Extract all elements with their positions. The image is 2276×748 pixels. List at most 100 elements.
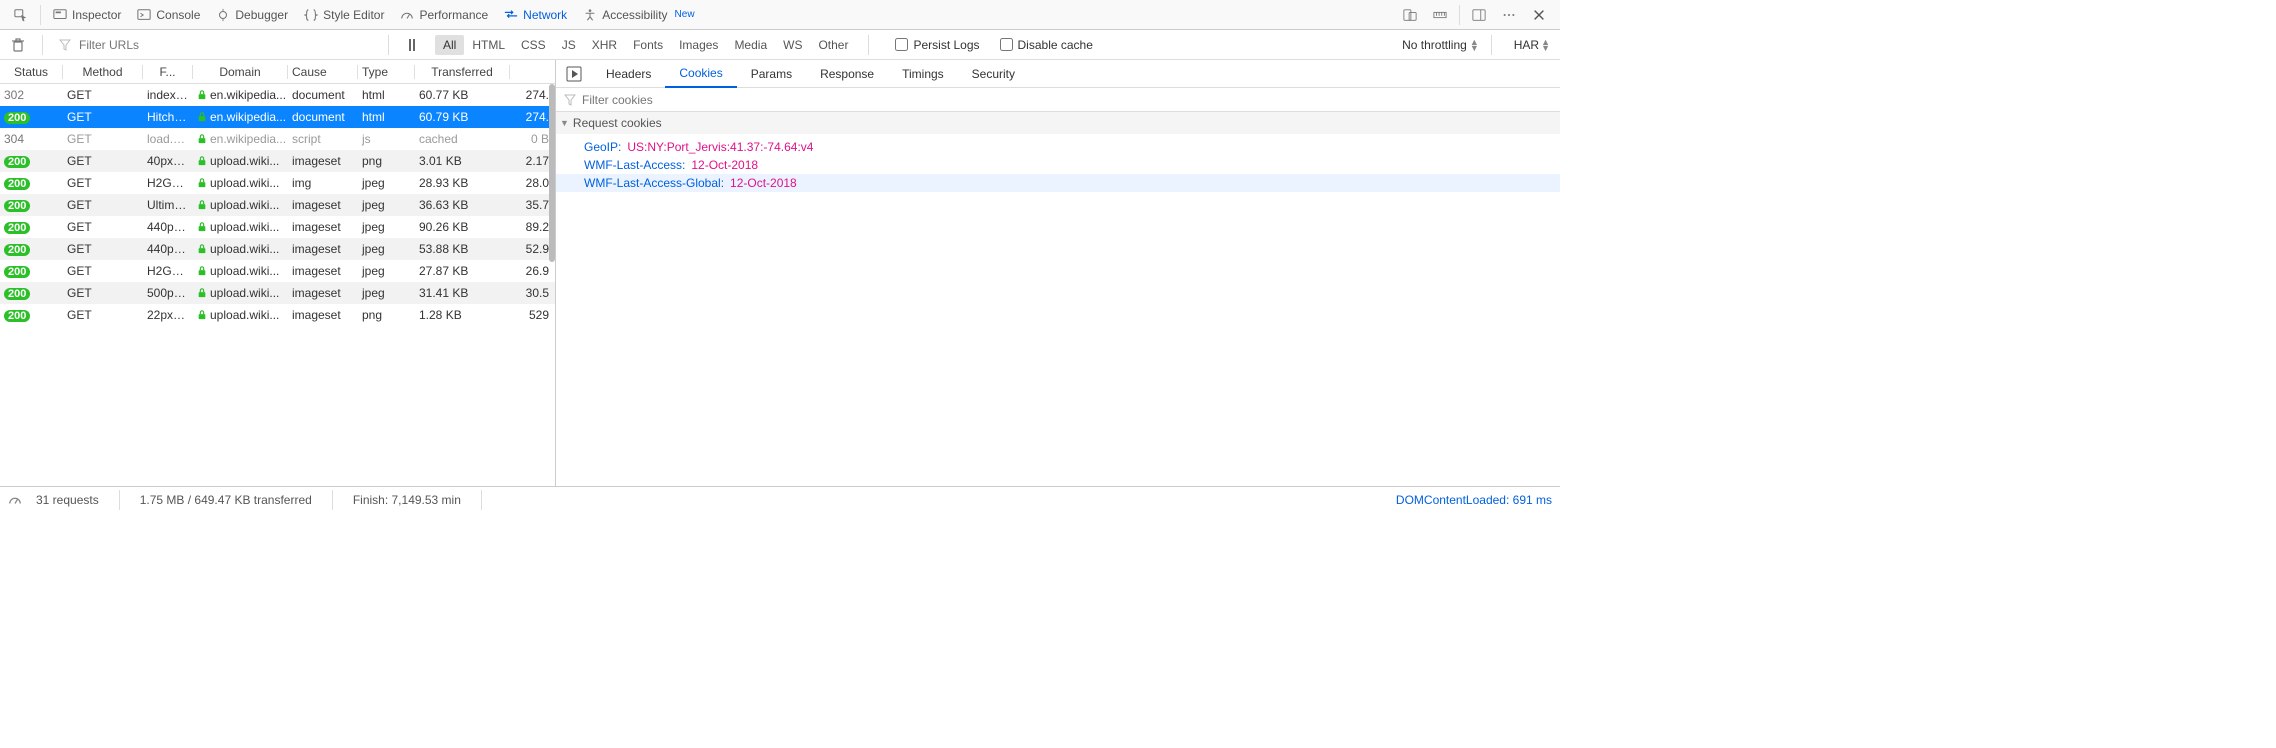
tab-network[interactable]: Network	[496, 1, 575, 29]
table-row[interactable]: 200GETH2G2_...upload.wiki...imgjpeg28.93…	[0, 172, 555, 194]
pause-button[interactable]	[401, 39, 423, 51]
trash-icon	[10, 37, 26, 53]
tab-inspector[interactable]: Inspector	[45, 1, 129, 29]
disable-cache-input[interactable]	[1000, 38, 1013, 51]
type-media[interactable]: Media	[726, 35, 775, 55]
type-fonts[interactable]: Fonts	[625, 35, 671, 55]
persist-logs-checkbox[interactable]: Persist Logs	[895, 38, 979, 52]
request-detail-pane: Headers Cookies Params Response Timings …	[556, 60, 1560, 486]
devtools-toolbar: Inspector Console Debugger Style Editor …	[0, 0, 1560, 30]
cookie-value: US:NY:Port_Jervis:41.37:-74.64:v4	[627, 140, 813, 154]
tab-style-editor[interactable]: Style Editor	[296, 1, 392, 29]
lock-icon	[197, 222, 207, 232]
detail-tab-response[interactable]: Response	[806, 60, 888, 88]
type-html[interactable]: HTML	[464, 35, 513, 55]
cookie-name: WMF-Last-Access-Global:	[584, 176, 724, 190]
type-xhr[interactable]: XHR	[584, 35, 625, 55]
performance-gauge-icon[interactable]	[8, 493, 22, 507]
responsive-mode-button[interactable]	[1395, 1, 1425, 29]
table-row[interactable]: 200GETUltimat...upload.wiki...imagesetjp…	[0, 194, 555, 216]
col-domain[interactable]: Domain	[193, 65, 288, 79]
funnel-icon	[564, 94, 576, 106]
more-button[interactable]	[1494, 1, 1524, 29]
detail-tab-cookies[interactable]: Cookies	[665, 60, 736, 88]
separator	[868, 35, 869, 55]
table-row[interactable]: 200GET40px-S...upload.wiki...imagesetpng…	[0, 150, 555, 172]
table-header: Status Method F... Domain Cause Type Tra…	[0, 60, 555, 84]
more-icon	[1502, 8, 1516, 22]
table-row[interactable]: 200GETHitchhi...en.wikipedia...documenth…	[0, 106, 555, 128]
toggle-raw-button[interactable]	[566, 66, 582, 82]
type-ws[interactable]: WS	[775, 35, 810, 55]
type-css[interactable]: CSS	[513, 35, 554, 55]
disable-cache-label: Disable cache	[1018, 38, 1093, 52]
rulers-button[interactable]	[1425, 1, 1455, 29]
stepper-icon: ▲▼	[1470, 39, 1479, 51]
inspector-icon	[53, 8, 67, 22]
tab-performance[interactable]: Performance	[392, 1, 496, 29]
col-cause[interactable]: Cause	[288, 65, 358, 79]
type-images[interactable]: Images	[671, 35, 726, 55]
disclosure-triangle-icon: ▼	[560, 118, 569, 128]
type-other[interactable]: Other	[810, 35, 856, 55]
table-row[interactable]: 200GET22px-L...upload.wiki...imagesetpng…	[0, 304, 555, 326]
table-row[interactable]: 200GET440px-...upload.wiki...imagesetjpe…	[0, 238, 555, 260]
tab-debugger[interactable]: Debugger	[208, 1, 296, 29]
disable-cache-checkbox[interactable]: Disable cache	[1000, 38, 1093, 52]
col-transferred[interactable]: Transferred	[415, 65, 510, 79]
responsive-icon	[1403, 8, 1417, 22]
network-filter-bar: All HTML CSS JS XHR Fonts Images Media W…	[0, 30, 1560, 60]
col-type[interactable]: Type	[358, 65, 415, 79]
request-cookies-section[interactable]: ▼ Request cookies	[556, 112, 1560, 134]
tab-accessibility[interactable]: Accessibility New	[575, 1, 702, 29]
throttling-select[interactable]: No throttling ▲▼	[1402, 38, 1479, 52]
rulers-icon	[1433, 8, 1447, 22]
col-method[interactable]: Method	[63, 65, 143, 79]
dock-button[interactable]	[1464, 1, 1494, 29]
table-row[interactable]: 200GET500px-...upload.wiki...imagesetjpe…	[0, 282, 555, 304]
detail-tab-headers[interactable]: Headers	[592, 60, 665, 88]
lock-icon	[197, 310, 207, 320]
separator	[332, 490, 333, 510]
lock-icon	[197, 244, 207, 254]
cookie-name: WMF-Last-Access:	[584, 158, 685, 172]
har-label: HAR	[1514, 38, 1539, 52]
debugger-icon	[216, 8, 230, 22]
type-all[interactable]: All	[435, 35, 464, 55]
close-button[interactable]	[1524, 1, 1554, 29]
tab-label: Network	[523, 8, 567, 22]
cookie-filter-input[interactable]	[582, 93, 1552, 107]
table-row[interactable]: 302GETindex.p...en.wikipedia...documenth…	[0, 84, 555, 106]
table-row[interactable]: 200GETH2G2_f...upload.wiki...imagesetjpe…	[0, 260, 555, 282]
filter-url-input[interactable]	[75, 38, 375, 52]
detail-tab-security[interactable]: Security	[958, 60, 1029, 88]
col-status[interactable]: Status	[0, 65, 63, 79]
cookie-item[interactable]: WMF-Last-Access:12-Oct-2018	[584, 156, 1560, 174]
persist-logs-input[interactable]	[895, 38, 908, 51]
cookie-item[interactable]: GeoIP:US:NY:Port_Jervis:41.37:-74.64:v4	[584, 138, 1560, 156]
close-icon	[1532, 8, 1546, 22]
cookie-value: 12-Oct-2018	[730, 176, 797, 190]
col-file[interactable]: F...	[143, 65, 193, 79]
lock-icon	[197, 156, 207, 166]
tab-console[interactable]: Console	[129, 1, 208, 29]
request-table: Status Method F... Domain Cause Type Tra…	[0, 60, 556, 486]
detail-tab-params[interactable]: Params	[737, 60, 806, 88]
tab-label: Accessibility	[602, 8, 667, 22]
type-js[interactable]: JS	[554, 35, 584, 55]
type-filters: All HTML CSS JS XHR Fonts Images Media W…	[435, 35, 856, 55]
domcontentloaded-time: DOMContentLoaded: 691 ms	[1396, 493, 1552, 507]
network-icon	[504, 8, 518, 22]
scrollbar-thumb[interactable]	[549, 84, 555, 262]
table-row[interactable]: 200GET440px-...upload.wiki...imagesetjpe…	[0, 216, 555, 238]
lock-icon	[197, 288, 207, 298]
table-row[interactable]: 304GETload.ph...en.wikipedia...scriptjsc…	[0, 128, 555, 150]
cookie-item[interactable]: WMF-Last-Access-Global: 12-Oct-2018	[556, 174, 1560, 192]
performance-icon	[400, 8, 414, 22]
har-select[interactable]: HAR ▲▼	[1514, 38, 1550, 52]
finish-time: Finish: 7,149.53 min	[353, 493, 461, 507]
pick-element-button[interactable]	[6, 1, 36, 29]
style-editor-icon	[304, 8, 318, 22]
detail-tab-timings[interactable]: Timings	[888, 60, 958, 88]
clear-button[interactable]	[6, 31, 30, 59]
